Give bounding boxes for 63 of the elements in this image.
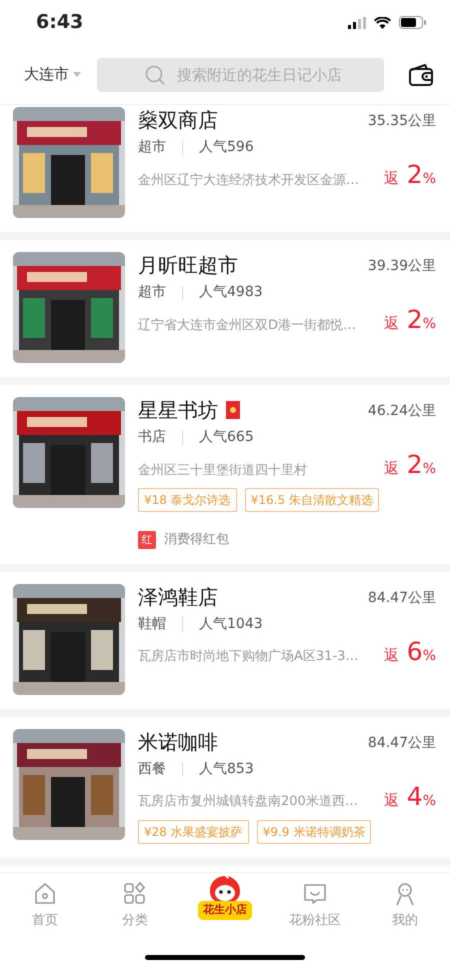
search-icon [145, 64, 165, 84]
rebate-label: 返 [384, 790, 399, 810]
tab-item[interactable]: 花生小店 [185, 875, 265, 920]
rebate-value: 2 [406, 452, 423, 477]
distance-text: 46.24公里 [368, 402, 436, 421]
tab-item[interactable]: 花粉社区 [275, 881, 355, 930]
store-name: 燊双商店 [138, 107, 218, 133]
store-name: 泽鸿鞋店 [138, 584, 218, 610]
address-text: 金州区三十里堡街道四十里村 [138, 462, 307, 480]
category-text: 超市 [138, 138, 166, 157]
percent-sign: % [422, 792, 436, 810]
popularity-text: 人气1043 [199, 614, 263, 634]
percent-sign: % [422, 646, 436, 666]
search-field[interactable]: 搜索附近的花生日记小店 [97, 58, 384, 92]
tab-item[interactable]: 我的 [365, 881, 445, 930]
promo-text: 消费得红包 [164, 531, 229, 549]
signal-icon [348, 16, 366, 28]
popularity-text: 人气4983 [199, 283, 263, 302]
popularity-text: 人气596 [199, 138, 254, 157]
percent-sign: % [422, 170, 436, 189]
address-text: 金州区辽宁大连经济技术开发区金源… [138, 172, 359, 190]
reward-tag: 红 [138, 530, 156, 549]
home-icon [32, 881, 58, 907]
product-tag: ¥28 水果盛宴披萨 [138, 820, 249, 844]
address-text: 瓦房店市复州城镇转盘南200米道西… [138, 793, 358, 811]
store-name: 月昕旺超市 [138, 252, 238, 278]
popularity-text: 人气665 [199, 428, 254, 447]
rebate-label: 返 [384, 313, 399, 334]
distance-text: 35.35公里 [368, 112, 436, 131]
percent-sign: % [422, 460, 436, 479]
rebate-label: 返 [384, 644, 399, 666]
rebate-value: 4 [406, 784, 423, 808]
rebate-value: 2 [406, 307, 423, 332]
product-tag: ¥18 泰戈尔诗选 [138, 488, 237, 512]
category-text: 超市 [138, 283, 166, 302]
rebate-label: 返 [384, 458, 399, 479]
address-text: 瓦房店市时尚地下购物广场A区31-3… [138, 648, 358, 666]
store-name: 星星书坊 [138, 397, 218, 423]
product-tag: ¥16.5 朱自清散文精选 [244, 488, 379, 512]
status-time: 6:43 [36, 10, 84, 36]
distance-text: 84.47公里 [368, 588, 436, 608]
distance-text: 39.39公里 [368, 257, 436, 276]
tab-item[interactable]: 首页 [5, 881, 85, 930]
category-text: 书店 [138, 428, 166, 447]
wifi-icon [374, 16, 391, 28]
category-text: 鞋帽 [138, 614, 166, 634]
caret-icon [73, 72, 81, 77]
category-text: 西餐 [138, 760, 166, 778]
chat-face-icon [302, 881, 328, 907]
grid-icon [122, 881, 148, 907]
percent-sign: % [422, 315, 436, 334]
city-selector[interactable]: 大连市 [24, 63, 81, 86]
distance-text: 84.47公里 [368, 734, 436, 752]
product-tag: ¥9.9 米诺特调奶茶 [256, 820, 372, 844]
battery-icon [399, 16, 426, 29]
store-name: 米诺咖啡 [138, 728, 218, 754]
tab-item[interactable]: 分类 [95, 881, 175, 930]
popularity-text: 人气853 [199, 760, 254, 778]
rebate-value: 6 [406, 638, 423, 664]
rebate-value: 2 [406, 162, 423, 187]
rebate-label: 返 [384, 168, 399, 189]
address-text: 辽宁省大连市金州区双D港一街都悦… [138, 316, 356, 334]
wallet-icon[interactable] [408, 64, 434, 86]
